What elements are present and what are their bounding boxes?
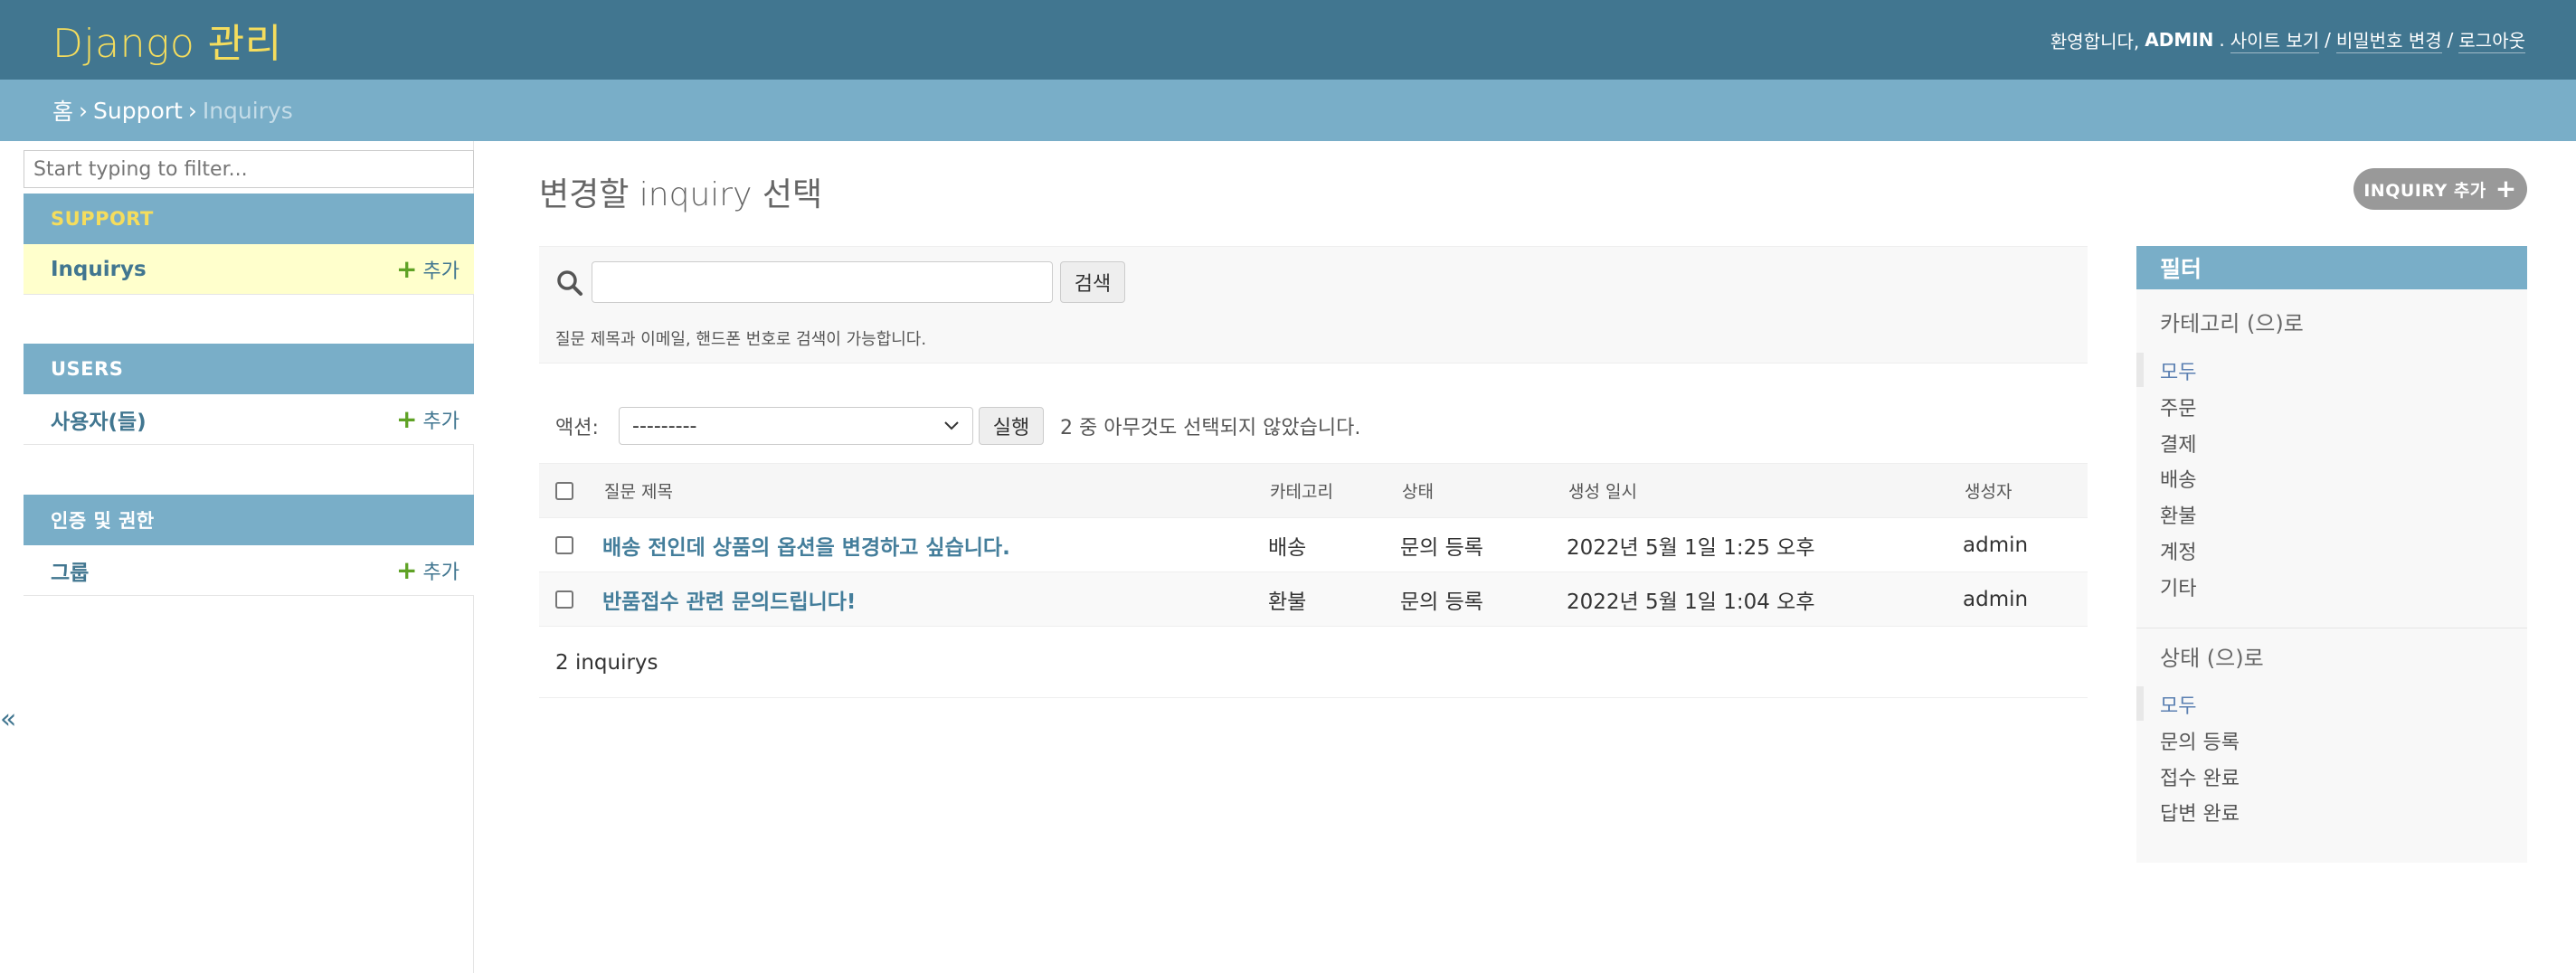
row-checkbox[interactable]	[555, 536, 573, 554]
selected-indicator	[2136, 686, 2144, 721]
change-password-link[interactable]: 비밀번호 변경	[2335, 26, 2442, 53]
search-input[interactable]	[592, 261, 1053, 303]
username: ADMIN	[2145, 29, 2214, 51]
search-button[interactable]: 검색	[1060, 261, 1125, 303]
welcome-text: 환영합니다,	[2050, 30, 2140, 52]
plus-icon: +	[396, 403, 418, 434]
sidebar-item-inquirys: Inquirys + 추가	[24, 244, 474, 295]
add-label: 추가	[422, 260, 459, 283]
sidebar-item-groups: 그룹 + 추가	[24, 545, 474, 596]
filter-status-registered[interactable]: 문의 등록	[2160, 726, 2240, 755]
filter-panel: 필터 카테고리 (으)로 모두 주문 결제 배송 환불 계정 기타 상태 (으)…	[2136, 246, 2527, 863]
breadcrumb-app[interactable]: Support	[93, 98, 183, 124]
filter-category-shipping[interactable]: 배송	[2160, 464, 2196, 493]
plus-icon: +	[2495, 174, 2517, 203]
cell-status: 문의 등록	[1400, 517, 1565, 572]
breadcrumb-separator: ›	[187, 97, 197, 124]
sidebar-item-label[interactable]: Inquirys	[51, 258, 147, 281]
column-header-created-at[interactable]: 생성 일시	[1565, 463, 1961, 518]
module-header-auth[interactable]: 인증 및 권한	[24, 495, 474, 545]
inquiry-title-link[interactable]: 반품접수 관련 문의드립니다!	[602, 590, 856, 614]
user-tools: 환영합니다, ADMIN. 사이트 보기 / 비밀번호 변경 / 로그아웃	[2050, 26, 2525, 53]
sidebar-item-label[interactable]: 그룹	[51, 555, 89, 586]
filter-title-status: 상태 (으)로	[2160, 646, 2264, 671]
separator: /	[2447, 29, 2454, 51]
site-branding[interactable]: Django 관리	[52, 11, 282, 69]
add-inquiry-button[interactable]: INQUIRY 추가 +	[2353, 168, 2527, 210]
column-header-author[interactable]: 생성자	[1961, 463, 2088, 518]
chevron-down-icon	[944, 421, 959, 430]
selected-indicator	[2136, 353, 2144, 387]
cell-created-at: 2022년 5월 1일 1:04 오후	[1565, 572, 1961, 627]
results-table: 질문 제목 카테고리 상태 생성 일시 생성자 배송 전인데 상품의 옵션을 변…	[539, 463, 2088, 627]
view-site-link[interactable]: 사이트 보기	[2230, 26, 2320, 53]
cell-created-at: 2022년 5월 1일 1:25 오후	[1565, 517, 1961, 572]
filter-status-all[interactable]: 모두	[2160, 690, 2196, 719]
filter-category-etc[interactable]: 기타	[2160, 572, 2196, 601]
add-user-link[interactable]: + 추가	[396, 405, 459, 434]
breadcrumb-home[interactable]: 홈	[52, 94, 73, 127]
cell-author: admin	[1961, 517, 2088, 572]
filter-category-account[interactable]: 계정	[2160, 536, 2196, 565]
select-all-checkbox[interactable]	[555, 482, 573, 500]
filter-category-order[interactable]: 주문	[2160, 392, 2196, 421]
paginator: 2 inquirys	[539, 628, 2088, 698]
nav-filter-input[interactable]	[24, 150, 474, 188]
filter-status-received[interactable]: 접수 완료	[2160, 762, 2240, 791]
column-header-category[interactable]: 카테고리	[1252, 463, 1400, 518]
add-inquiry-label: INQUIRY 추가	[2363, 180, 2486, 201]
action-select-value: ---------	[632, 414, 697, 438]
run-action-button[interactable]: 실행	[979, 407, 1044, 445]
action-select[interactable]: ---------	[619, 407, 973, 445]
search-toolbar: 검색 질문 제목과 이메일, 핸드폰 번호로 검색이 가능합니다.	[539, 246, 2088, 364]
search-icon	[557, 270, 582, 296]
add-inquiry-link[interactable]: + 추가	[396, 255, 459, 284]
column-header-status[interactable]: 상태	[1400, 463, 1565, 518]
add-group-link[interactable]: + 추가	[396, 556, 459, 585]
page-title: 변경할 inquiry 선택	[539, 176, 823, 213]
toggle-sidebar-button[interactable]: «	[0, 704, 16, 735]
add-label: 추가	[422, 410, 459, 433]
column-header-title[interactable]: 질문 제목	[590, 463, 1252, 518]
breadcrumb-separator: ›	[79, 97, 89, 124]
table-row: 배송 전인데 상품의 옵션을 변경하고 싶습니다. 배송 문의 등록 2022년…	[539, 517, 2088, 572]
breadcrumb: 홈 › Support › Inquirys	[0, 80, 2576, 141]
separator: /	[2325, 29, 2331, 51]
filter-status-answered[interactable]: 답변 완료	[2160, 798, 2240, 827]
add-label: 추가	[422, 561, 459, 584]
cell-category: 배송	[1252, 517, 1400, 572]
filter-heading: 필터	[2136, 246, 2527, 289]
action-counter: 2 중 아무것도 선택되지 않았습니다.	[1060, 417, 1361, 439]
cell-status: 문의 등록	[1400, 572, 1565, 627]
logout-link[interactable]: 로그아웃	[2458, 26, 2525, 53]
cell-category: 환불	[1252, 572, 1400, 627]
actions-bar: 액션: --------- 실행 2 중 아무것도 선택되지 않았습니다.	[539, 405, 2088, 447]
module-header-users[interactable]: USERS	[24, 344, 474, 394]
table-row: 반품접수 관련 문의드립니다! 환불 문의 등록 2022년 5월 1일 1:0…	[539, 572, 2088, 627]
breadcrumb-current: Inquirys	[202, 97, 293, 124]
cell-author: admin	[1961, 572, 2088, 627]
site-header: Django 관리 환영합니다, ADMIN. 사이트 보기 / 비밀번호 변경…	[0, 0, 2576, 80]
filter-category-refund[interactable]: 환불	[2160, 500, 2196, 529]
filter-title-category: 카테고리 (으)로	[2160, 311, 2304, 336]
action-label: 액션:	[555, 417, 599, 439]
module-header-support[interactable]: SUPPORT	[24, 194, 474, 244]
search-help-text: 질문 제목과 이메일, 핸드폰 번호로 검색이 가능합니다.	[555, 330, 927, 349]
nav-sidebar: SUPPORT Inquirys + 추가 USERS 사용자(들) + 추가 …	[24, 141, 474, 973]
table-header-row: 질문 제목 카테고리 상태 생성 일시 생성자	[539, 463, 2088, 518]
filter-category-all[interactable]: 모두	[2160, 356, 2196, 385]
plus-icon: +	[396, 554, 418, 585]
sidebar-item-label[interactable]: 사용자(들)	[51, 404, 147, 435]
sidebar-item-users: 사용자(들) + 추가	[24, 394, 474, 445]
plus-icon: +	[396, 253, 418, 284]
filter-category-payment[interactable]: 결제	[2160, 429, 2196, 458]
row-checkbox[interactable]	[555, 590, 573, 609]
inquiry-title-link[interactable]: 배송 전인데 상품의 옵션을 변경하고 싶습니다.	[602, 536, 1010, 560]
